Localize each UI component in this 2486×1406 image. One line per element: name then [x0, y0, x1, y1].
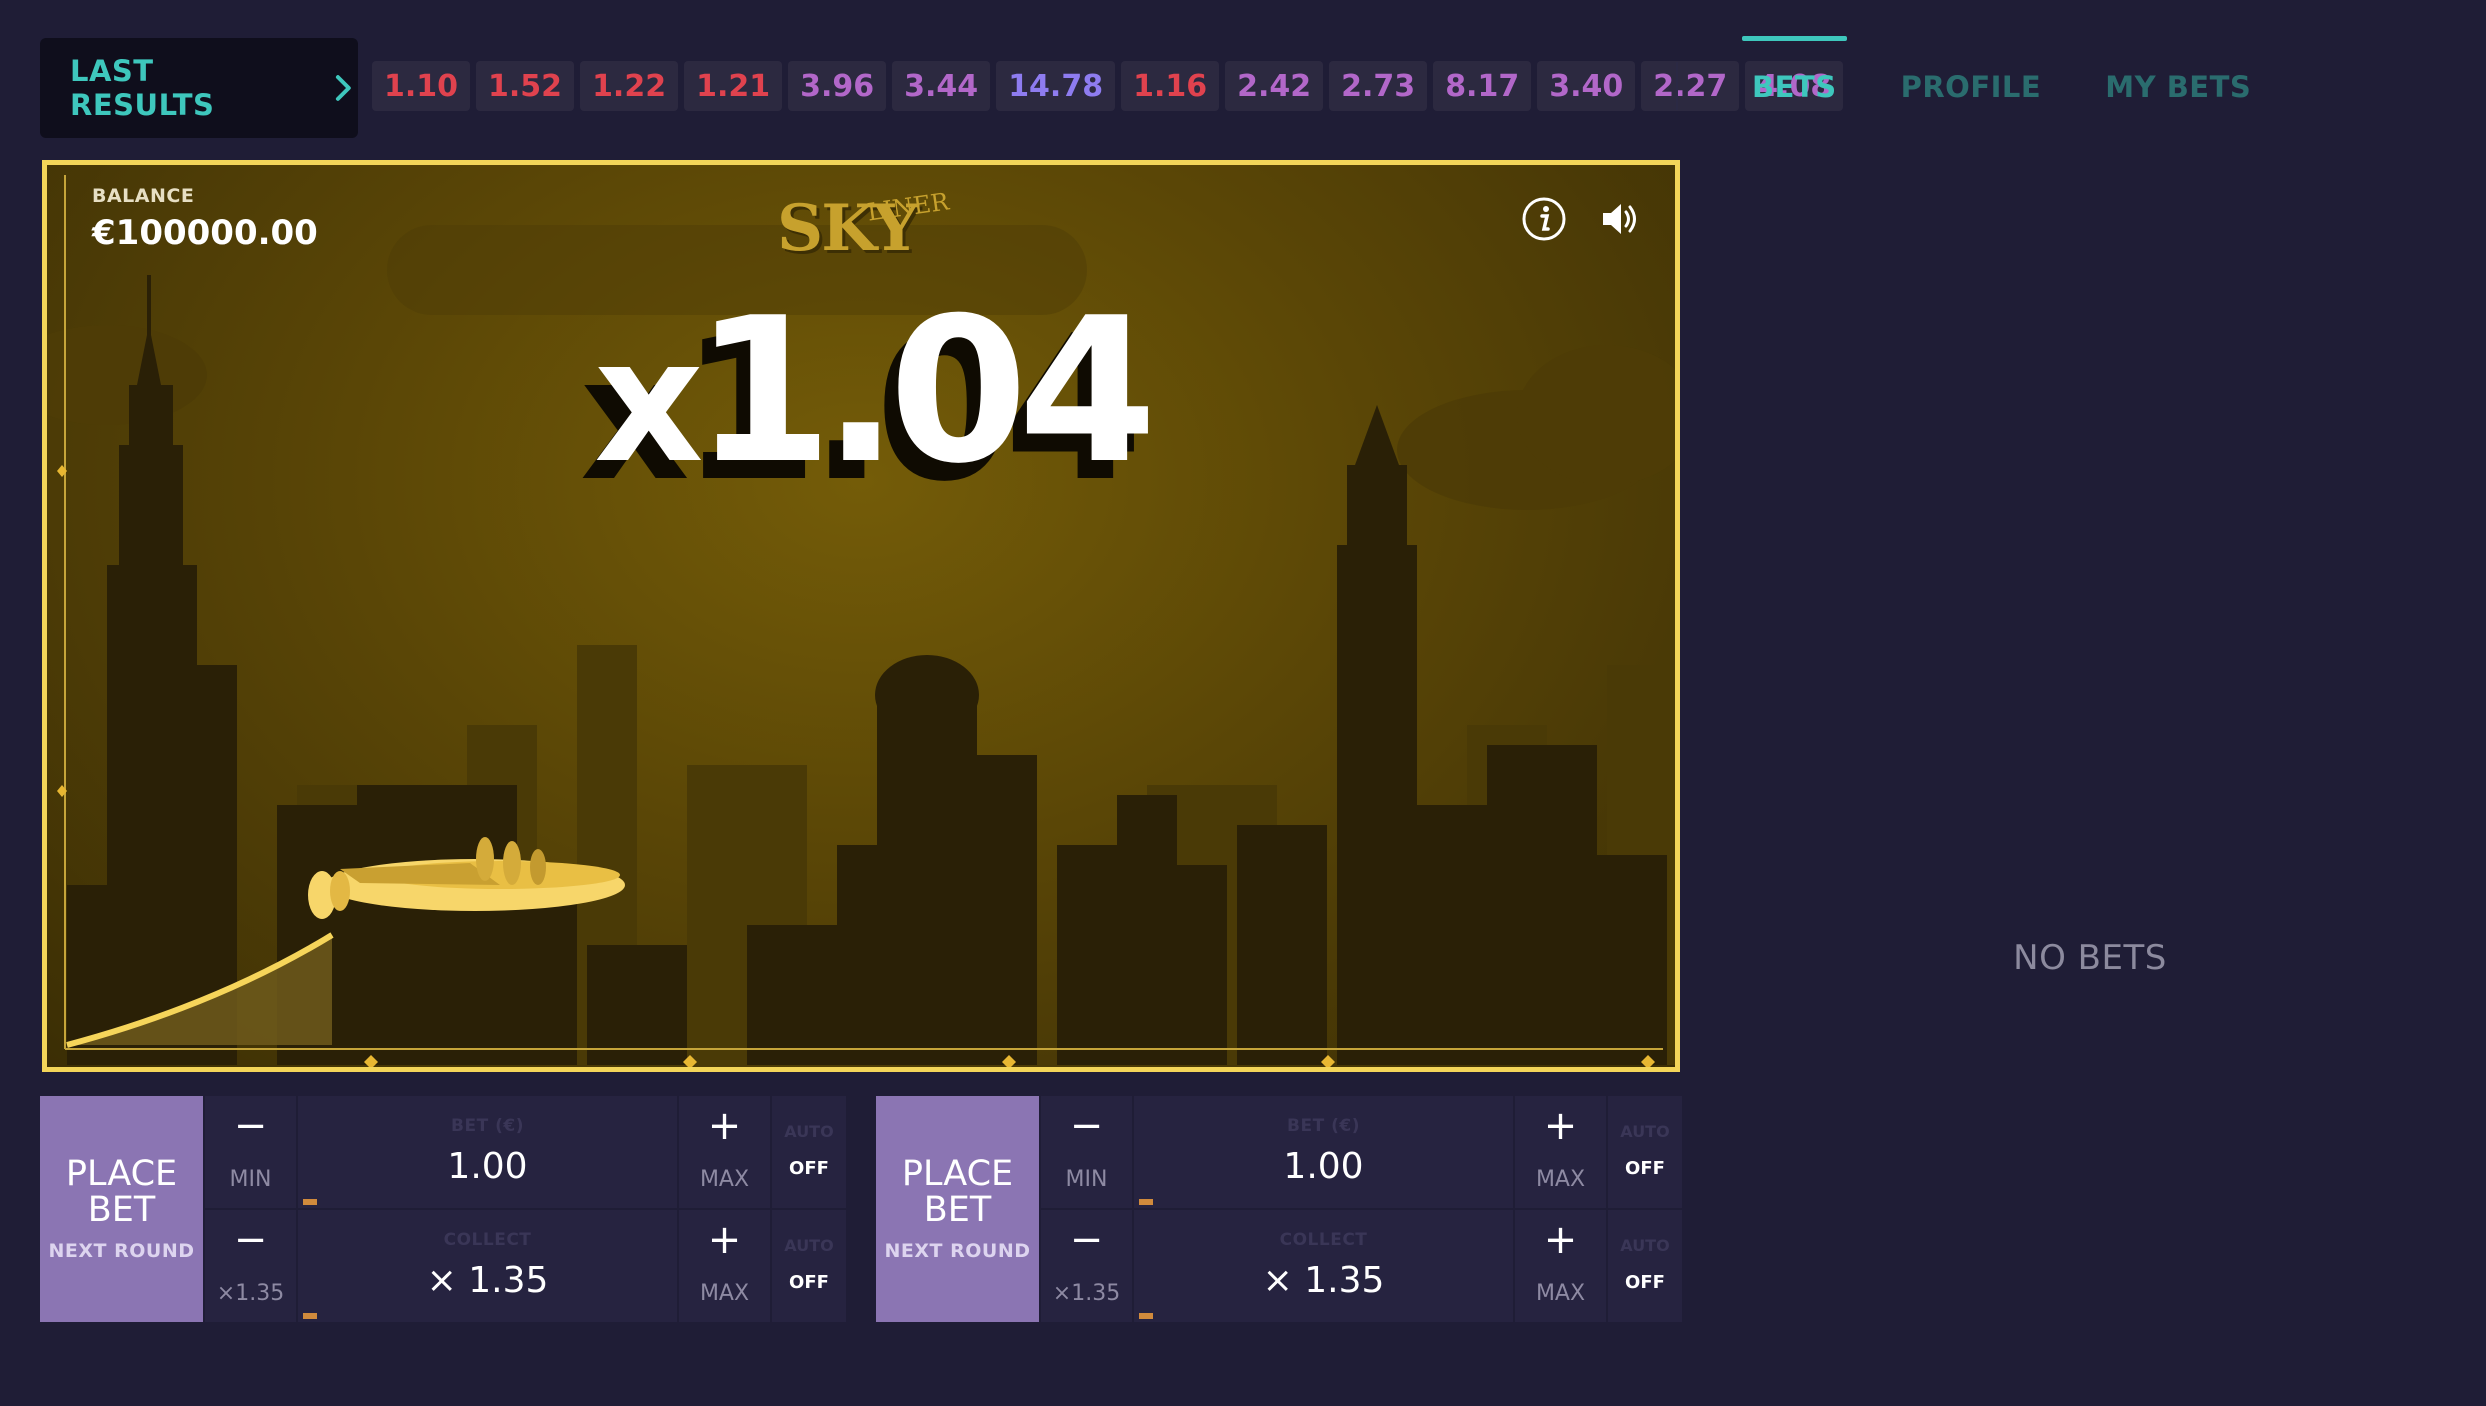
- auto-value: OFF: [1625, 1158, 1665, 1179]
- bet-increase-button[interactable]: + MAX: [1515, 1096, 1606, 1208]
- bet-decrease-button[interactable]: − MIN: [1041, 1096, 1132, 1208]
- field-marker: [1139, 1313, 1153, 1319]
- minus-icon: −: [233, 1103, 268, 1149]
- min-collect-label: ×1.35: [216, 1281, 285, 1306]
- bet-amount-input[interactable]: BET (€) 1.00: [298, 1096, 677, 1208]
- minus-icon: −: [1069, 1103, 1104, 1149]
- collect-multiplier-input[interactable]: COLLECT × 1.35: [298, 1210, 677, 1322]
- collect-field-value: × 1.35: [1262, 1260, 1385, 1301]
- auto-label: AUTO: [784, 1236, 834, 1255]
- multiplier-display: x1.04: [594, 275, 1157, 508]
- collect-field-value: × 1.35: [426, 1260, 549, 1301]
- result-chip[interactable]: 2.42: [1225, 61, 1324, 111]
- chevron-right-icon: [336, 75, 352, 101]
- result-chip[interactable]: 1.52: [476, 61, 575, 111]
- min-label: MIN: [1065, 1167, 1108, 1192]
- bet-increase-button[interactable]: + MAX: [679, 1096, 770, 1208]
- bet-field-label: BET (€): [1287, 1116, 1360, 1136]
- place-bet-button[interactable]: PLACE BET NEXT ROUND: [40, 1096, 203, 1322]
- auto-label: AUTO: [784, 1122, 834, 1141]
- bet-panel-1: PLACE BET NEXT ROUND − MIN BET (€) 1.00 …: [40, 1096, 846, 1322]
- field-marker: [303, 1199, 317, 1205]
- balance-value: €100000.00: [92, 213, 318, 253]
- collect-field-label: COLLECT: [1279, 1230, 1368, 1250]
- collect-increase-button[interactable]: + MAX: [679, 1210, 770, 1322]
- bet-row: − MIN BET (€) 1.00 + MAX AUTO OFF: [205, 1096, 846, 1208]
- bet-field-label: BET (€): [451, 1116, 524, 1136]
- place-bet-label: PLACE BET: [65, 1154, 178, 1230]
- bet-panel-2: PLACE BET NEXT ROUND − MIN BET (€) 1.00 …: [876, 1096, 1682, 1322]
- collect-field-label: COLLECT: [443, 1230, 532, 1250]
- result-chip[interactable]: 2.27: [1641, 61, 1740, 111]
- collect-row: − ×1.35 COLLECT × 1.35 + MAX AUTO OFF: [205, 1210, 846, 1322]
- max-label: MAX: [1535, 1281, 1586, 1306]
- plus-icon: +: [1543, 1103, 1578, 1149]
- next-round-label: NEXT ROUND: [884, 1240, 1031, 1262]
- multiplier-value: 1.04: [693, 275, 1157, 508]
- minus-icon: −: [233, 1217, 268, 1263]
- minus-icon: −: [1069, 1217, 1104, 1263]
- balance-label: BALANCE: [92, 185, 195, 207]
- result-chip[interactable]: 1.21: [684, 61, 783, 111]
- multiplier-prefix: x: [594, 303, 704, 501]
- field-marker: [1139, 1199, 1153, 1205]
- auto-bet-toggle[interactable]: AUTO OFF: [1608, 1096, 1682, 1208]
- place-bet-button[interactable]: PLACE BET NEXT ROUND: [876, 1096, 1039, 1322]
- collect-increase-button[interactable]: + MAX: [1515, 1210, 1606, 1322]
- bet-amount-input[interactable]: BET (€) 1.00: [1134, 1096, 1513, 1208]
- result-chip[interactable]: 14.78: [996, 61, 1116, 111]
- tab-my-bets[interactable]: MY BETS: [2105, 36, 2251, 104]
- result-chip[interactable]: 1.22: [580, 61, 679, 111]
- auto-value: OFF: [1625, 1272, 1665, 1293]
- auto-label: AUTO: [1620, 1122, 1670, 1141]
- auto-value: OFF: [789, 1272, 829, 1293]
- auto-label: AUTO: [1620, 1236, 1670, 1255]
- result-chip[interactable]: 3.40: [1537, 61, 1636, 111]
- max-label: MAX: [1535, 1167, 1586, 1192]
- field-marker: [303, 1313, 317, 1319]
- bet-field-value: 1.00: [447, 1146, 528, 1187]
- auto-bet-toggle[interactable]: AUTO OFF: [772, 1096, 846, 1208]
- max-label: MAX: [699, 1167, 750, 1192]
- place-bet-label: PLACE BET: [901, 1154, 1014, 1230]
- collect-multiplier-input[interactable]: COLLECT × 1.35: [1134, 1210, 1513, 1322]
- result-chip[interactable]: 1.16: [1121, 61, 1220, 111]
- auto-collect-toggle[interactable]: AUTO OFF: [772, 1210, 846, 1322]
- last-results-list: 1.10 1.52 1.22 1.21 3.96 3.44 14.78 1.16 2.42 2.7…: [372, 61, 1844, 111]
- result-chip[interactable]: 3.44: [892, 61, 991, 111]
- plane-icon: [308, 837, 625, 919]
- collect-decrease-button[interactable]: − ×1.35: [1041, 1210, 1132, 1322]
- collect-row: − ×1.35 COLLECT × 1.35 + MAX AUTO OFF: [1041, 1210, 1682, 1322]
- result-chip[interactable]: 2.73: [1329, 61, 1428, 111]
- tab-profile[interactable]: PROFILE: [1901, 36, 2042, 104]
- plus-icon: +: [1543, 1217, 1578, 1263]
- last-results-button[interactable]: LAST RESULTS: [40, 38, 358, 138]
- no-bets-message: NO BETS: [2013, 938, 2167, 978]
- result-chip[interactable]: 1.10: [372, 61, 471, 111]
- bet-field-value: 1.00: [1283, 1146, 1364, 1187]
- speaker-icon[interactable]: [1597, 195, 1645, 243]
- tab-bets[interactable]: BETS: [1742, 36, 1847, 104]
- info-icon[interactable]: [1520, 195, 1568, 243]
- auto-value: OFF: [789, 1158, 829, 1179]
- divider: [1676, 62, 1678, 110]
- result-chip[interactable]: 3.96: [788, 61, 887, 111]
- result-chip[interactable]: 8.17: [1433, 61, 1532, 111]
- bet-decrease-button[interactable]: − MIN: [205, 1096, 296, 1208]
- min-label: MIN: [229, 1167, 272, 1192]
- collect-decrease-button[interactable]: − ×1.35: [205, 1210, 296, 1322]
- max-label: MAX: [699, 1281, 750, 1306]
- min-collect-label: ×1.35: [1052, 1281, 1121, 1306]
- bet-row: − MIN BET (€) 1.00 + MAX AUTO OFF: [1041, 1096, 1682, 1208]
- next-round-label: NEXT ROUND: [48, 1240, 195, 1262]
- side-tabs: BETS PROFILE MY BETS: [1742, 36, 2251, 104]
- plus-icon: +: [707, 1103, 742, 1149]
- auto-collect-toggle[interactable]: AUTO OFF: [1608, 1210, 1682, 1322]
- plus-icon: +: [707, 1217, 742, 1263]
- last-results-label: LAST RESULTS: [70, 54, 215, 122]
- game-canvas: BALANCE €100000.00 SKY LINER x1.04: [42, 160, 1680, 1072]
